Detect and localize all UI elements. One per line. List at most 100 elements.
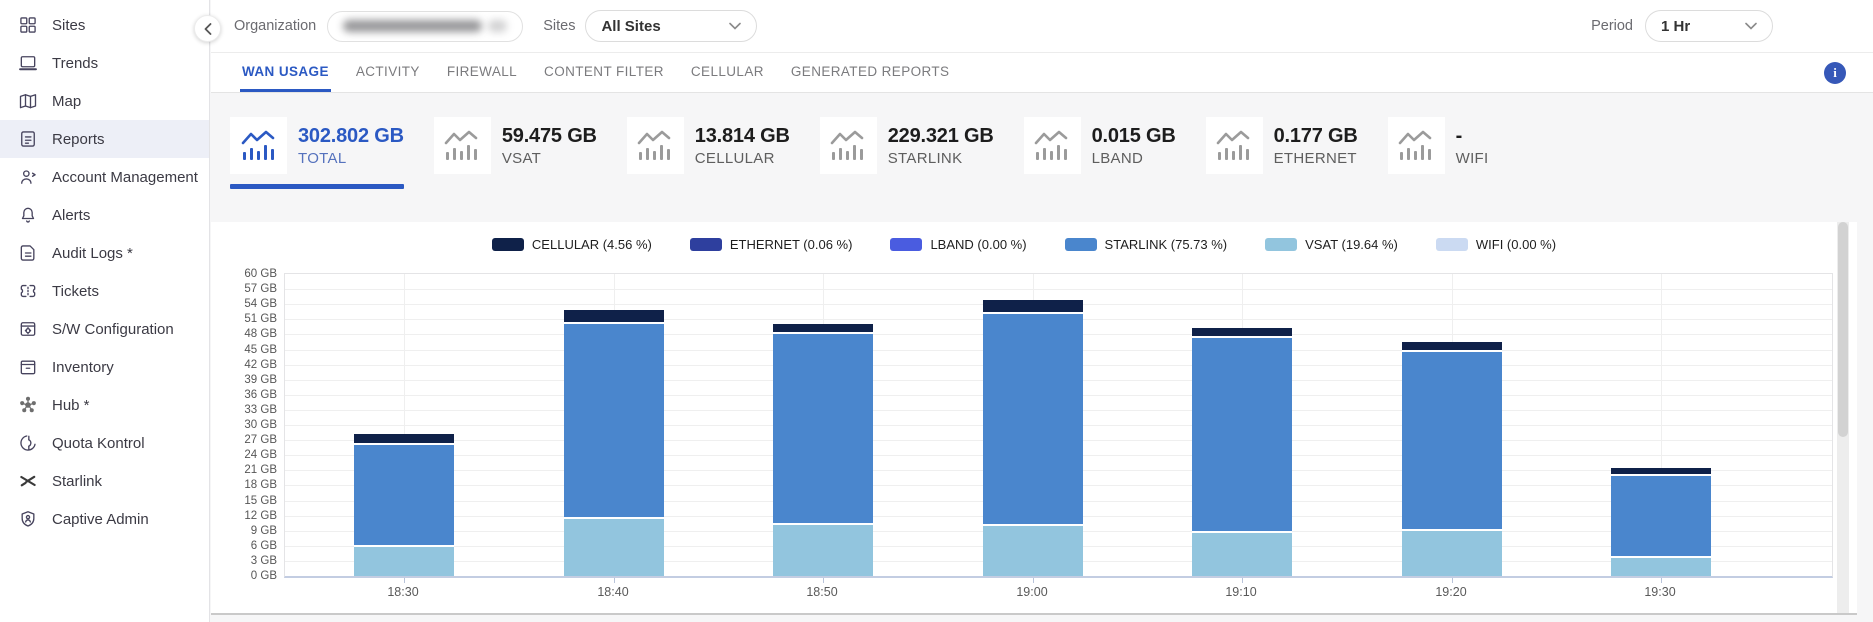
bar-segment-vsat-18-50[interactable] [773, 525, 873, 576]
sidebar-item-starlink[interactable]: Starlink [0, 462, 209, 500]
usage-card-label: LBAND [1092, 150, 1176, 167]
sidebar-collapse-button[interactable] [194, 15, 221, 42]
bar-segment-vsat-19-00[interactable] [983, 526, 1083, 576]
tab-wan-usage[interactable]: WAN USAGE [240, 53, 331, 92]
tab-firewall[interactable]: FIREWALL [445, 53, 519, 92]
sidebar-item-label: Audit Logs * [52, 245, 133, 262]
sidebar-item-quota-kontrol[interactable]: Quota Kontrol [0, 424, 209, 462]
bar-line-chart-icon [434, 117, 491, 174]
sidebar-nav: SitesTrendsMapReportsAccount ManagementA… [0, 6, 209, 538]
sidebar-item-trends[interactable]: Trends [0, 44, 209, 82]
y-axis-tick-label: 33 GB [244, 404, 277, 416]
usage-card-cellular[interactable]: 13.814 GBCELLULAR [627, 117, 790, 189]
sidebar-item-alerts[interactable]: Alerts [0, 196, 209, 234]
bar-segment-cellular-19-10[interactable] [1192, 328, 1292, 338]
legend-label: VSAT (19.64 %) [1305, 237, 1398, 252]
tab-content-filter[interactable]: CONTENT FILTER [542, 53, 666, 92]
sidebar-item-label: Reports [52, 131, 105, 148]
bar-segment-cellular-18-30[interactable] [354, 434, 454, 445]
legend-item-wifi[interactable]: WIFI (0.00 %) [1436, 237, 1556, 252]
x-axis-tick-label: 18:50 [806, 585, 837, 599]
legend-label: CELLULAR (4.56 %) [532, 237, 652, 252]
gridline-horizontal [285, 289, 1832, 290]
legend-item-lband[interactable]: LBAND (0.00 %) [890, 237, 1026, 252]
y-axis-tick-label: 42 GB [244, 359, 277, 371]
usage-summary-cards: 302.802 GBTOTAL 59.475 GBVSAT 13.814 GBC… [230, 117, 1488, 189]
sidebar-item-label: Hub * [52, 397, 90, 414]
legend-item-ethernet[interactable]: ETHERNET (0.06 %) [690, 237, 853, 252]
bar-line-chart-icon [627, 117, 684, 174]
bar-segment-cellular-18-40[interactable] [564, 310, 664, 324]
window-gear-icon [17, 318, 39, 340]
organization-label: Organization [234, 18, 316, 34]
vertical-scrollbar-thumb[interactable] [1838, 222, 1848, 437]
y-axis-tick-label: 51 GB [244, 313, 277, 325]
bar-segment-vsat-18-30[interactable] [354, 547, 454, 576]
sidebar-item-audit-logs[interactable]: Audit Logs * [0, 234, 209, 272]
bar-segment-starlink-19-10[interactable] [1192, 338, 1292, 533]
bar-segment-vsat-19-30[interactable] [1611, 558, 1711, 576]
redacted-organization-name [343, 20, 482, 32]
x-axis-tick-label: 18:30 [387, 585, 418, 599]
period-select-value: 1 Hr [1661, 18, 1690, 35]
bar-segment-cellular-19-00[interactable] [983, 300, 1083, 314]
tab-cellular[interactable]: CELLULAR [689, 53, 766, 92]
sidebar-item-hub[interactable]: Hub * [0, 386, 209, 424]
bar-segment-starlink-18-50[interactable] [773, 334, 873, 525]
redacted-organization-name-tail [488, 20, 507, 32]
usage-card-ethernet[interactable]: 0.177 GBETHERNET [1206, 117, 1358, 189]
bar-segment-starlink-18-40[interactable] [564, 324, 664, 519]
period-group: Period 1 Hr [1591, 10, 1773, 42]
sites-select[interactable]: All Sites [585, 10, 757, 42]
y-axis-tick-label: 36 GB [244, 389, 277, 401]
period-label: Period [1591, 18, 1633, 34]
info-icon[interactable]: i [1824, 62, 1846, 84]
bar-segment-starlink-18-30[interactable] [354, 445, 454, 547]
bar-segment-starlink-19-00[interactable] [983, 314, 1083, 526]
sidebar-item-reports[interactable]: Reports [0, 120, 209, 158]
chart-plot-area [284, 273, 1833, 578]
bar-segment-vsat-18-40[interactable] [564, 519, 664, 576]
usage-card-starlink[interactable]: 229.321 GBSTARLINK [820, 117, 994, 189]
y-axis-tick-label: 12 GB [244, 510, 277, 522]
bar-segment-vsat-19-10[interactable] [1192, 533, 1292, 576]
sidebar-item-account-management[interactable]: Account Management [0, 158, 209, 196]
bar-segment-cellular-19-20[interactable] [1402, 342, 1502, 352]
usage-card-vsat[interactable]: 59.475 GBVSAT [434, 117, 597, 189]
usage-card-label: TOTAL [298, 150, 404, 167]
period-select[interactable]: 1 Hr [1645, 10, 1773, 42]
usage-card-main: 229.321 GBSTARLINK [820, 117, 994, 174]
vertical-scrollbar[interactable] [1837, 222, 1849, 613]
legend-item-vsat[interactable]: VSAT (19.64 %) [1265, 237, 1398, 252]
bar-line-chart-icon [820, 117, 877, 174]
bar-segment-starlink-19-30[interactable] [1611, 476, 1711, 558]
sidebar-item-tickets[interactable]: Tickets [0, 272, 209, 310]
report-content: 302.802 GBTOTAL 59.475 GBVSAT 13.814 GBC… [211, 93, 1873, 622]
usage-card-total[interactable]: 302.802 GBTOTAL [230, 117, 404, 189]
usage-card-active-underline [820, 184, 994, 189]
organization-select[interactable] [327, 11, 523, 42]
y-axis-tick-label: 57 GB [244, 283, 277, 295]
legend-swatch [1065, 238, 1097, 251]
tab-activity[interactable]: ACTIVITY [354, 53, 422, 92]
sidebar-item-captive-admin[interactable]: Captive Admin [0, 500, 209, 538]
sidebar-item-s-w-configuration[interactable]: S/W Configuration [0, 310, 209, 348]
bar-segment-starlink-19-20[interactable] [1402, 352, 1502, 531]
legend-item-cellular[interactable]: CELLULAR (4.56 %) [492, 237, 652, 252]
legend-item-starlink[interactable]: STARLINK (75.73 %) [1065, 237, 1228, 252]
tab-generated-reports[interactable]: GENERATED REPORTS [789, 53, 952, 92]
grid-icon [17, 14, 39, 36]
sidebar-item-sites[interactable]: Sites [0, 6, 209, 44]
usage-card-wifi[interactable]: -WIFI [1388, 117, 1489, 189]
sidebar-item-map[interactable]: Map [0, 82, 209, 120]
bar-segment-cellular-18-50[interactable] [773, 324, 873, 334]
sidebar-item-label: Map [52, 93, 81, 110]
usage-card-lband[interactable]: 0.015 GBLBAND [1024, 117, 1176, 189]
sidebar-item-label: S/W Configuration [52, 321, 174, 338]
bar-segment-cellular-19-30[interactable] [1611, 468, 1711, 476]
bar-segment-vsat-19-20[interactable] [1402, 531, 1502, 576]
x-axis-tick-label: 18:40 [597, 585, 628, 599]
usage-card-main: 0.177 GBETHERNET [1206, 117, 1358, 174]
sidebar-item-inventory[interactable]: Inventory [0, 348, 209, 386]
hub-icon [17, 394, 39, 416]
